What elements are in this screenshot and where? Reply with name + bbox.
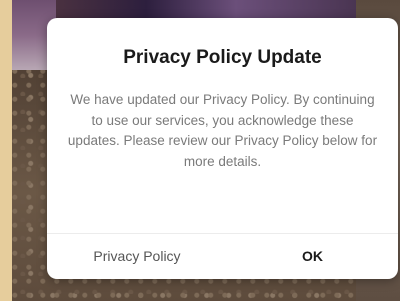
dialog-message: We have updated our Privacy Policy. By c… — [67, 92, 378, 169]
ok-button[interactable]: OK — [227, 234, 398, 279]
dialog-title: Privacy Policy Update — [123, 47, 322, 68]
background-left-strip — [0, 0, 12, 301]
privacy-policy-dialog: Privacy Policy Update We have updated ou… — [47, 18, 398, 279]
privacy-policy-button[interactable]: Privacy Policy — [47, 234, 227, 279]
